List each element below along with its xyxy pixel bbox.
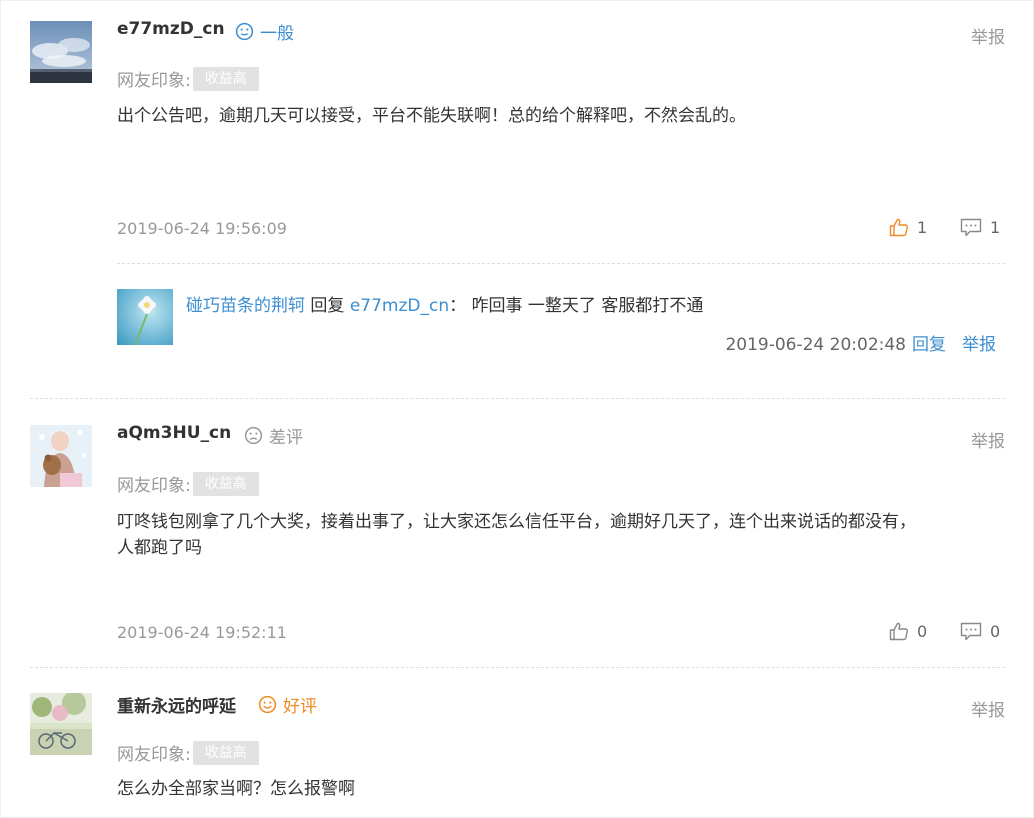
reply-username[interactable]: 碰巧苗条的荆轲 [186,296,305,316]
rating-label: 差评 [269,428,303,448]
reply-word: 回复 [310,296,345,316]
reply-time: 2019-06-24 20:02:48 [725,335,906,355]
username[interactable]: e77mzD_cn [117,19,225,39]
impression-row: 网友印象: 收益高 [117,471,259,496]
avatar[interactable] [30,425,92,487]
impression-row: 网友印象: 收益高 [117,740,259,765]
impression-label: 网友印象: [117,745,191,765]
like-count: 1 [917,218,928,237]
comment-text: 怎么办全部家当啊？怎么报警啊 [117,779,355,799]
impression-row: 网友印象: 收益高 [117,66,259,91]
reply-count: 0 [990,622,1001,641]
avatar-image-flower-icon [117,289,173,345]
like-count: 0 [917,622,928,641]
impression-tag: 收益高 [192,740,259,765]
divider [30,398,1005,399]
reply-content: 碰巧苗条的荆轲 回复 e77mzD_cn： 咋回事 一整天了 客服都打不通 [186,291,703,316]
reply-text: 咋回事 一整天了 客服都打不通 [471,296,704,316]
reply-count: 1 [990,218,1001,237]
like-button[interactable]: 1 [889,218,927,237]
rating-badge: 一般 [235,19,294,44]
avatar-image-sky-icon [30,21,92,83]
comment-bubble-icon [960,218,982,237]
avatar[interactable] [30,693,92,755]
rating-badge: 好评 [258,692,317,717]
avatar-image-person-icon [30,425,92,487]
comment-time: 2019-06-24 19:56:09 [117,219,287,238]
impression-label: 网友印象: [117,71,191,91]
like-button[interactable]: 0 [889,622,927,641]
reply-colon: ： [449,296,467,316]
comment-text-line: 人都跑了吗 [117,538,202,558]
happy-face-icon [258,695,277,714]
username[interactable]: 重新永远的呼延 [117,692,236,717]
comment-text-line: 叮咚钱包刚拿了几个大奖，接着出事了，让大家还怎么信任平台，逾期好几天了，连个出来… [117,512,916,532]
impression-tag: 收益高 [192,66,259,91]
avatar-image-bicycle-icon [30,693,92,755]
reply-avatar[interactable] [117,289,173,345]
rating-label: 一般 [260,24,294,44]
impression-tag: 收益高 [192,471,259,496]
rating-label: 好评 [283,697,317,717]
reply-target-user[interactable]: e77mzD_cn [350,296,449,316]
comment-text: 出个公告吧，逾期几天可以接受，平台不能失联啊！总的给个解释吧，不然会乱的。 [117,106,746,126]
avatar[interactable] [30,21,92,83]
report-link[interactable]: 举报 [971,696,1005,721]
impression-label: 网友印象: [117,476,191,496]
report-link[interactable]: 举报 [971,427,1005,452]
reply-report-link[interactable]: 举报 [962,335,996,355]
sad-face-icon [244,426,263,445]
comment-time: 2019-06-24 19:52:11 [117,623,287,642]
thumbs-up-icon [889,218,908,237]
comment-bubble-icon [960,622,982,641]
rating-badge: 差评 [244,423,303,448]
comment-text: 叮咚钱包刚拿了几个大奖，接着出事了，让大家还怎么信任平台，逾期好几天了，连个出来… [117,509,977,561]
divider [30,667,1005,668]
report-link[interactable]: 举报 [971,23,1005,48]
reply-meta: 2019-06-24 20:02:48 回复 举报 [725,330,996,355]
username[interactable]: aQm3HU_cn [117,423,231,443]
divider [117,263,1005,264]
thumbs-up-icon [889,622,908,641]
reply-count-button[interactable]: 1 [960,218,1000,237]
reply-button[interactable]: 回复 [912,335,946,355]
reply-count-button[interactable]: 0 [960,622,1000,641]
neutral-face-icon [235,22,254,41]
